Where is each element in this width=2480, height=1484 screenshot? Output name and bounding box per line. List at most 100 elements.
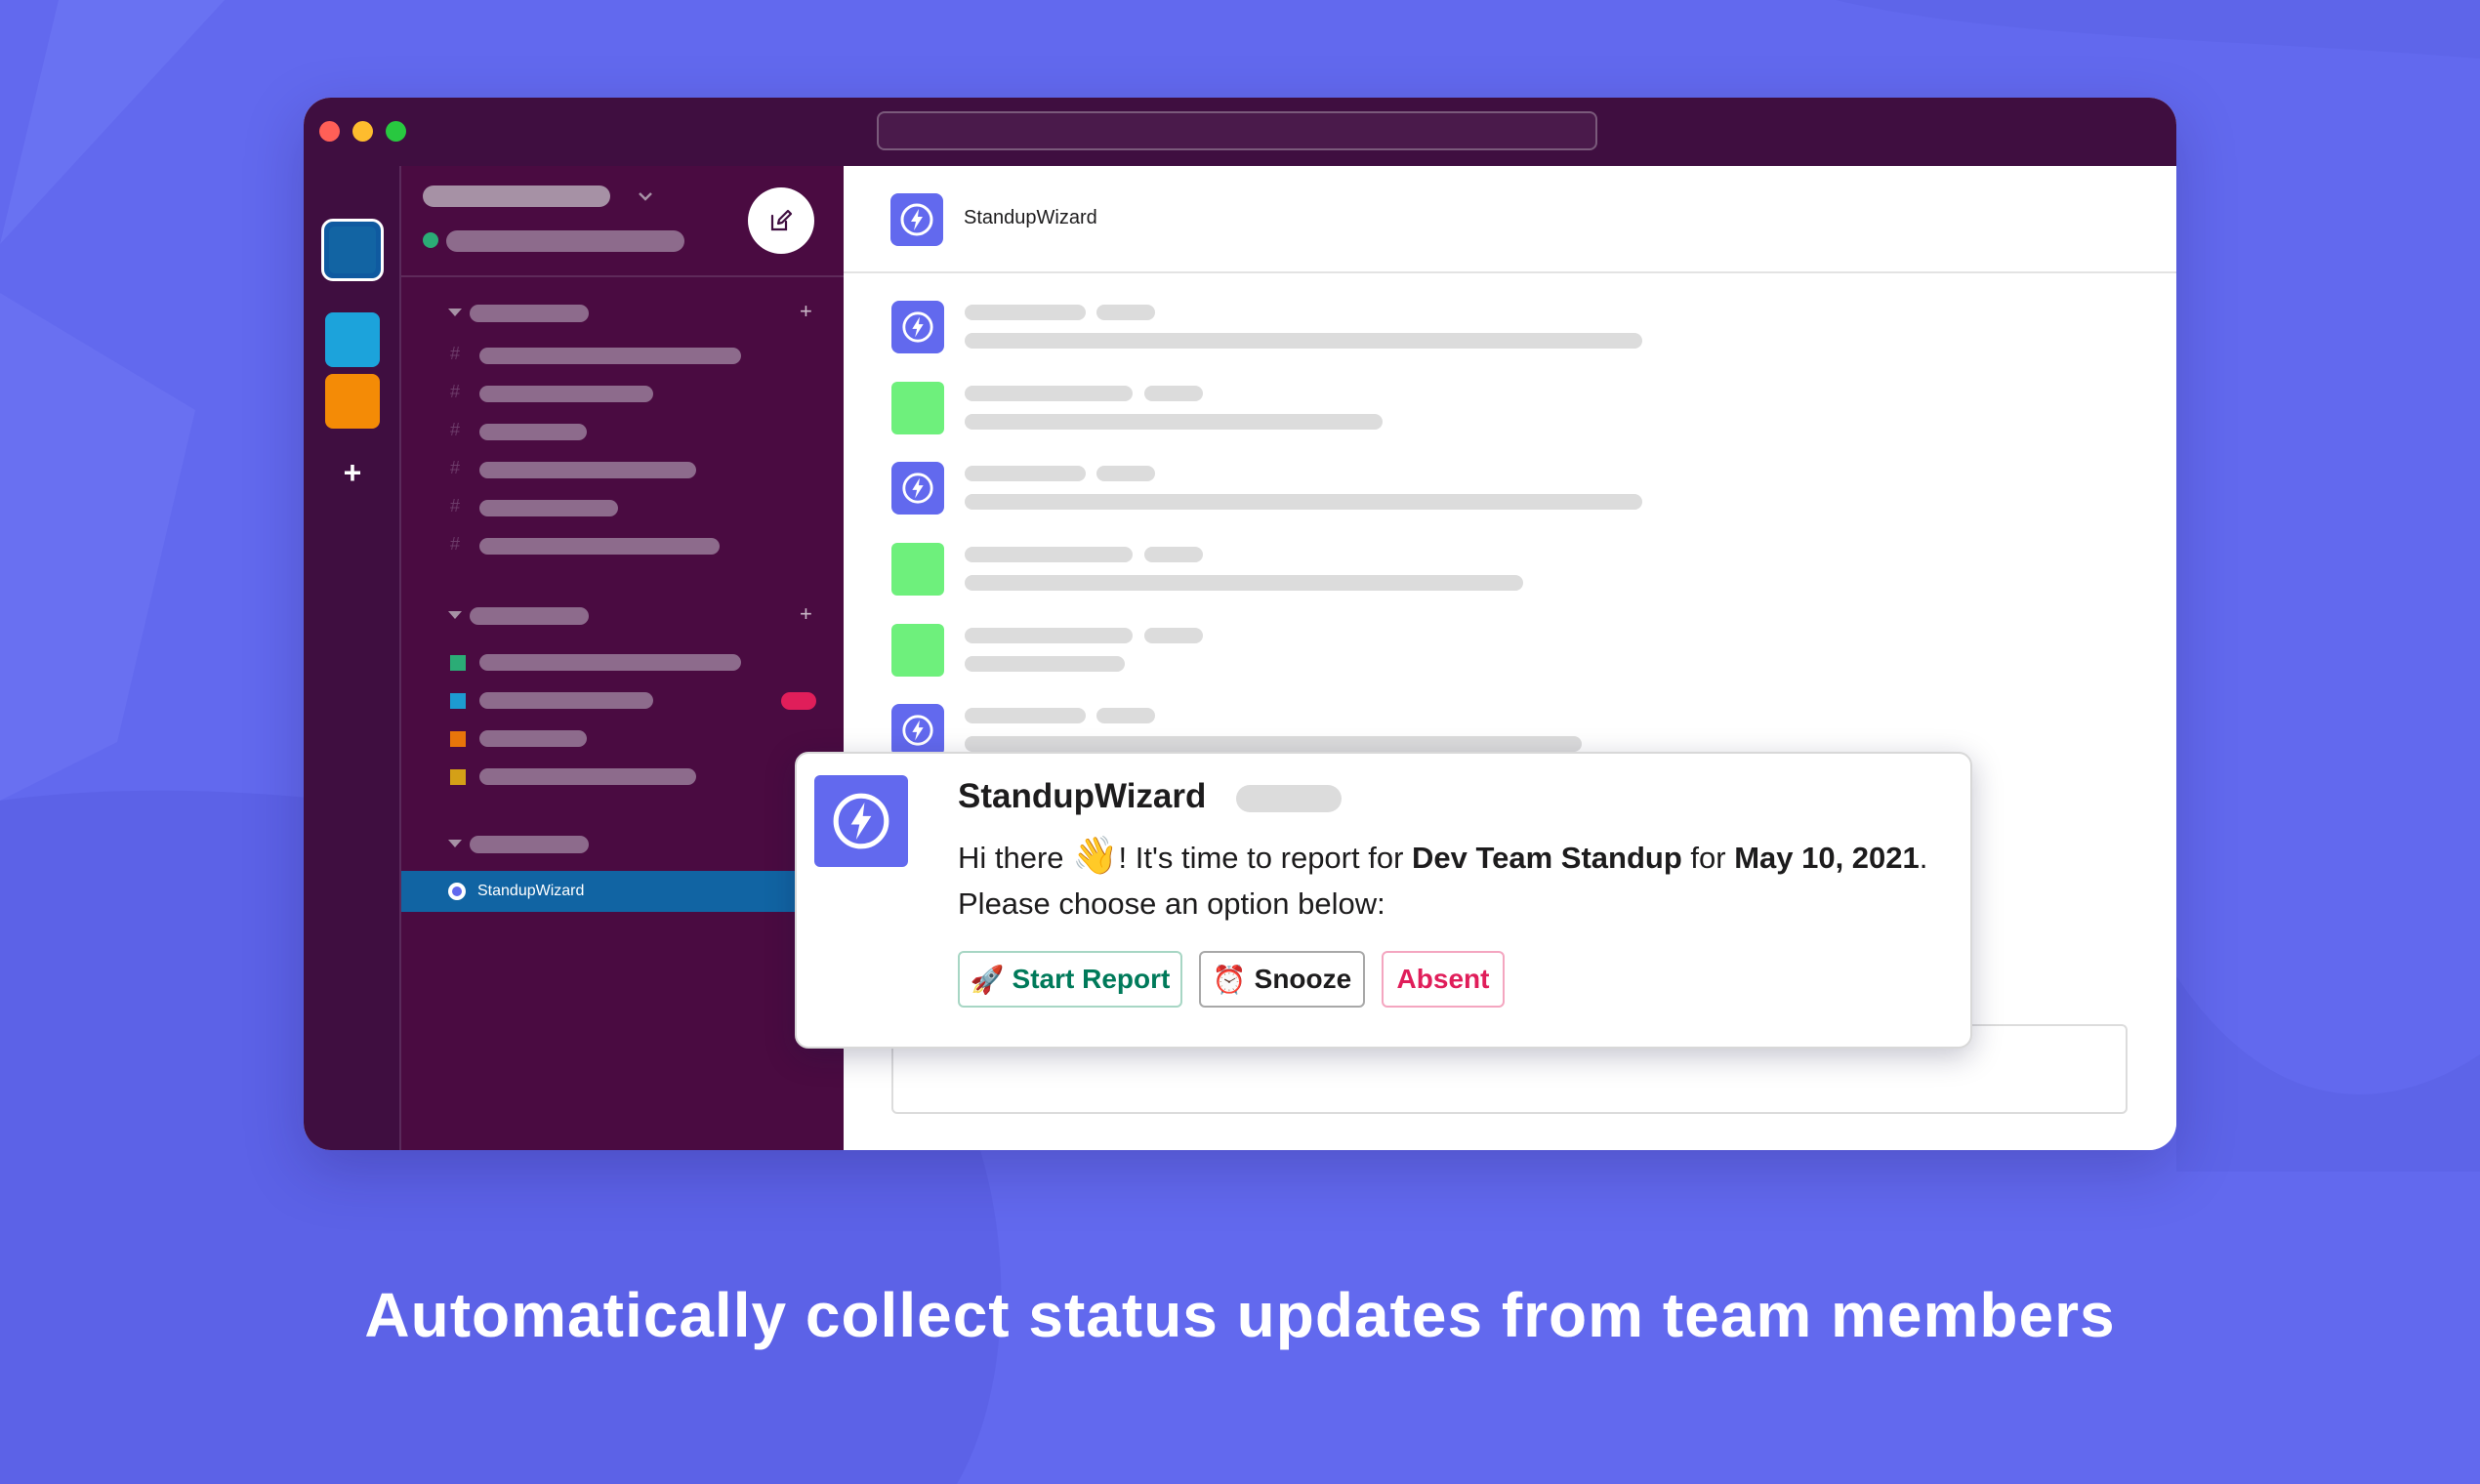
user-name-placeholder: [446, 230, 684, 252]
header-bot-avatar[interactable]: [890, 193, 943, 246]
user-avatar[interactable]: [891, 382, 944, 434]
message-author-placeholder: [965, 628, 1133, 643]
message-author[interactable]: StandupWizard: [958, 777, 1206, 816]
dm-status-square: [450, 731, 466, 747]
alarm-clock-icon: ⏰: [1212, 964, 1247, 995]
search-input[interactable]: [877, 111, 1597, 150]
dm-status-square: [450, 693, 466, 709]
message-author-placeholder: [965, 547, 1133, 562]
dm-item[interactable]: [479, 692, 653, 709]
workspace-rail: +: [304, 166, 401, 1150]
channel-sidebar: + # # # # # # + StandupWizard: [401, 166, 844, 1150]
chevron-down-icon[interactable]: [638, 191, 653, 203]
workspace-1[interactable]: [321, 219, 384, 281]
channel-hash-icon: #: [450, 458, 461, 477]
message-text-placeholder: [965, 736, 1582, 752]
lightning-bolt-icon: [902, 715, 933, 746]
channel-item[interactable]: [479, 462, 696, 478]
channel-item[interactable]: [479, 386, 653, 402]
message-author-placeholder: [965, 386, 1133, 401]
message-time-placeholder: [1096, 466, 1155, 481]
sidebar-item-standupwizard[interactable]: StandupWizard: [401, 871, 844, 912]
section-2-caret-icon[interactable]: [448, 611, 462, 619]
workspace-3[interactable]: [325, 374, 380, 429]
message-timestamp-placeholder: [1236, 785, 1342, 812]
compose-button[interactable]: [748, 187, 814, 254]
section-2-add-plus-icon[interactable]: +: [800, 601, 812, 627]
sidebar-item-label: StandupWizard: [477, 883, 585, 899]
lightning-bolt-icon: [902, 311, 933, 343]
message-text-placeholder: [965, 414, 1383, 430]
message-text-greeting: Hi there: [958, 841, 1073, 875]
sidebar-divider: [401, 275, 844, 277]
start-report-button[interactable]: 🚀 Start Report: [958, 951, 1182, 1008]
minimize-window-button[interactable]: [352, 121, 373, 142]
user-avatar[interactable]: [891, 543, 944, 596]
message-time-placeholder: [1144, 386, 1203, 401]
rocket-icon: 🚀: [970, 964, 1005, 995]
marketing-caption: Automatically collect status updates fro…: [364, 1280, 2116, 1350]
channel-item[interactable]: [479, 424, 587, 440]
channel-header: StandupWizard: [844, 166, 2176, 273]
snooze-button[interactable]: ⏰ Snooze: [1199, 951, 1365, 1008]
dm-status-square: [450, 655, 466, 671]
channel-hash-icon: #: [450, 382, 461, 401]
standup-message-card: StandupWizard Hi there 👋! It's time to r…: [795, 752, 1972, 1049]
message-bot-avatar[interactable]: [891, 301, 944, 353]
absent-button[interactable]: Absent: [1382, 951, 1505, 1008]
section-2-header-placeholder[interactable]: [470, 607, 589, 625]
message-time-placeholder: [1096, 305, 1155, 320]
channel-title[interactable]: StandupWizard: [964, 207, 1097, 229]
section-1-caret-icon[interactable]: [448, 309, 462, 316]
lightning-bolt-icon: [900, 203, 933, 236]
section-1-header-placeholder[interactable]: [470, 305, 589, 322]
dm-status-square: [450, 769, 466, 785]
user-avatar[interactable]: [891, 624, 944, 677]
section-3-header-placeholder[interactable]: [470, 836, 589, 853]
add-workspace-plus-icon[interactable]: +: [304, 455, 401, 491]
message-author-placeholder: [965, 466, 1086, 481]
section-3-caret-icon[interactable]: [448, 840, 462, 847]
channel-item[interactable]: [479, 348, 741, 364]
close-window-button[interactable]: [319, 121, 340, 142]
bot-app-icon: [448, 883, 466, 900]
message-bot-avatar[interactable]: [891, 704, 944, 757]
channel-hash-icon: #: [450, 344, 461, 363]
message-bot-avatar[interactable]: [891, 462, 944, 515]
message-body: Hi there 👋! It's time to report for Dev …: [958, 834, 1954, 927]
workspace-2[interactable]: [325, 312, 380, 367]
message-time-placeholder: [1144, 628, 1203, 643]
message-text-line2: Please choose an option below:: [958, 886, 1385, 921]
channel-item[interactable]: [479, 538, 720, 555]
message-time-placeholder: [1096, 708, 1155, 723]
message-text-placeholder: [965, 494, 1642, 510]
dm-item[interactable]: [479, 768, 696, 785]
message-time-placeholder: [1144, 547, 1203, 562]
message-author-placeholder: [965, 305, 1086, 320]
message-text-part: for: [1681, 841, 1735, 875]
start-report-label: Start Report: [1012, 964, 1171, 994]
dm-item[interactable]: [479, 654, 741, 671]
message-text-part: ! It's time to report for: [1118, 841, 1413, 875]
section-1-add-plus-icon[interactable]: +: [800, 299, 812, 324]
channel-hash-icon: #: [450, 496, 461, 515]
bot-avatar[interactable]: [814, 775, 908, 867]
maximize-window-button[interactable]: [386, 121, 406, 142]
workspace-name-placeholder[interactable]: [423, 186, 610, 207]
online-status-dot: [423, 232, 438, 248]
title-bar: [304, 98, 2176, 166]
compose-edit-icon: [770, 209, 793, 231]
channel-item[interactable]: [479, 500, 618, 516]
standup-name: Dev Team Standup: [1412, 841, 1682, 875]
message-text-part: .: [1919, 841, 1928, 875]
lightning-bolt-icon: [902, 473, 933, 504]
message-author-placeholder: [965, 708, 1086, 723]
dm-item[interactable]: [479, 730, 587, 747]
snooze-label: Snooze: [1254, 964, 1352, 994]
message-text-placeholder: [965, 575, 1523, 591]
message-text-placeholder: [965, 333, 1642, 349]
unread-badge: [781, 692, 816, 710]
channel-hash-icon: #: [450, 420, 461, 439]
wave-emoji-icon: 👋: [1072, 836, 1119, 877]
absent-label: Absent: [1396, 964, 1490, 994]
